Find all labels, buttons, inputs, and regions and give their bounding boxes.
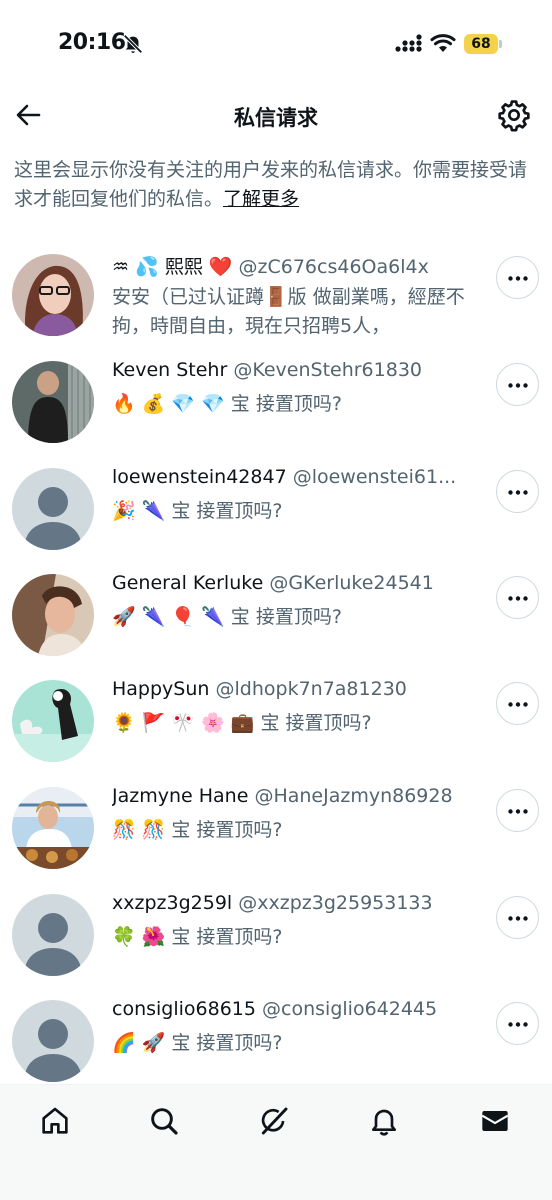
display-name: Keven Stehr — [112, 359, 228, 381]
display-name: xxzpz3g259l — [112, 892, 233, 914]
default-avatar-icon — [12, 468, 94, 550]
display-name: Jazmyne Hane — [112, 785, 249, 807]
avatar[interactable] — [12, 254, 94, 336]
sender-info: Keven Stehr @KevenStehr61830 — [112, 359, 480, 381]
more-horizontal-icon — [508, 276, 528, 281]
display-name: ♒ 💦 熙熙 ❤️ — [112, 256, 233, 278]
header: 私信请求 — [0, 90, 552, 142]
tab-search[interactable] — [144, 1101, 184, 1141]
display-name: HappySun — [112, 678, 210, 700]
request-item[interactable]: General Kerluke @GKerluke24541 🚀 🌂 🎈 🌂 宝… — [0, 572, 552, 680]
battery-level: 68 — [471, 36, 491, 52]
page-title: 私信请求 — [234, 106, 318, 130]
request-item[interactable]: loewenstein42847 @loewenstei61... 🎉 🌂 宝 … — [0, 466, 552, 574]
request-item[interactable]: xxzpz3g259l @xxzpz3g25953133 🍀 🌺 宝 接置顶吗? — [0, 892, 552, 1000]
more-horizontal-icon — [508, 383, 528, 388]
message-preview: 🌈 🚀 宝 接置顶吗? — [112, 1032, 283, 1054]
request-item[interactable]: Keven Stehr @KevenStehr61830 🔥 💰 💎 💎 宝 接… — [0, 359, 552, 467]
status-time: 20:16 — [58, 30, 126, 55]
handle: @loewenstei61... — [292, 466, 457, 488]
avatar-photo — [12, 787, 94, 869]
tab-home[interactable] — [35, 1101, 75, 1141]
more-horizontal-icon — [508, 490, 528, 495]
display-name: consiglio68615 — [112, 998, 256, 1020]
messages-icon — [481, 1111, 509, 1131]
avatar-photo — [12, 680, 94, 762]
request-item[interactable]: HappySun @ldhopk7n7a81230 🌻 🚩 🎌 🌸 💼 宝 接置… — [0, 678, 552, 786]
message-preview: 🍀 🌺 宝 接置顶吗? — [112, 926, 283, 948]
more-horizontal-icon — [508, 809, 528, 814]
sender-info: HappySun @ldhopk7n7a81230 — [112, 678, 480, 700]
handle: @xxzpz3g25953133 — [238, 892, 433, 914]
more-options-button[interactable] — [496, 363, 539, 406]
avatar-photo — [12, 574, 94, 656]
display-name: General Kerluke — [112, 572, 264, 594]
more-horizontal-icon — [508, 702, 528, 707]
more-options-button[interactable] — [496, 896, 539, 939]
request-item[interactable]: ♒ 💦 熙熙 ❤️ @zC676cs46Oa6l4x 安安（已过认证蹲🚪版 做副… — [0, 254, 552, 360]
handle: @zC676cs46Oa6l4x — [238, 256, 429, 278]
intro-description: 这里会显示你没有关注的用户发来的私信请求。你需要接受请求才能回复他们的私信。了解… — [14, 156, 544, 214]
handle: @ldhopk7n7a81230 — [215, 678, 407, 700]
bell-off-icon — [123, 34, 143, 54]
more-options-button[interactable] — [496, 789, 539, 832]
sender-info: loewenstein42847 @loewenstei61... — [112, 466, 480, 488]
avatar-photo — [12, 254, 94, 336]
wifi-icon — [430, 34, 456, 52]
avatar[interactable] — [12, 361, 94, 443]
display-name: loewenstein42847 — [112, 466, 287, 488]
learn-more-link[interactable]: 了解更多 — [223, 188, 299, 210]
more-horizontal-icon — [508, 916, 528, 921]
avatar[interactable] — [12, 468, 94, 550]
battery-indicator: 68 — [464, 34, 502, 54]
search-icon — [151, 1108, 178, 1135]
more-options-button[interactable] — [496, 576, 539, 619]
more-options-button[interactable] — [496, 682, 539, 725]
home-icon — [42, 1107, 68, 1134]
battery-tip — [499, 40, 502, 48]
gear-icon — [498, 100, 530, 132]
default-avatar-icon — [12, 894, 94, 976]
handle: @KevenStehr61830 — [233, 359, 423, 381]
more-options-button[interactable] — [496, 256, 539, 299]
more-horizontal-icon — [508, 596, 528, 601]
avatar[interactable] — [12, 787, 94, 869]
message-preview: 🌻 🚩 🎌 🌸 💼 宝 接置顶吗? — [112, 712, 372, 734]
avatar[interactable] — [12, 894, 94, 976]
more-options-button[interactable] — [496, 470, 539, 513]
more-horizontal-icon — [508, 1022, 528, 1027]
more-options-button[interactable] — [496, 1002, 539, 1045]
sender-info: ♒ 💦 熙熙 ❤️ @zC676cs46Oa6l4x — [112, 252, 480, 279]
sender-info: Jazmyne Hane @HaneJazmyn86928 — [112, 785, 480, 807]
avatar[interactable] — [12, 680, 94, 762]
tab-grok[interactable] — [254, 1101, 294, 1141]
cellular-signal-icon — [395, 34, 422, 52]
message-preview: 🔥 💰 💎 💎 宝 接置顶吗? — [112, 393, 342, 415]
default-avatar-icon — [12, 1000, 94, 1082]
avatar-photo — [12, 361, 94, 443]
settings-button[interactable] — [497, 98, 531, 132]
message-preview: 🎊 🎊 宝 接置顶吗? — [112, 819, 283, 841]
sender-info: xxzpz3g259l @xxzpz3g25953133 — [112, 892, 480, 914]
tab-notifications[interactable] — [364, 1101, 404, 1141]
sender-info: consiglio68615 @consiglio642445 — [112, 998, 480, 1020]
avatar[interactable] — [12, 574, 94, 656]
handle: @HaneJazmyn86928 — [254, 785, 453, 807]
status-bar: 20:16 68 — [0, 0, 552, 90]
handle: @consiglio642445 — [262, 998, 438, 1020]
bottom-tab-bar — [0, 1084, 552, 1200]
message-preview: 🎉 🌂 宝 接置顶吗? — [112, 500, 283, 522]
notifications-icon — [372, 1109, 396, 1136]
message-preview: 🚀 🌂 🎈 🌂 宝 接置顶吗? — [112, 606, 342, 628]
message-preview: 安安（已过认证蹲🚪版 做副業嗎，經歷不拘，時間自由，現在只招聘5人， — [112, 286, 465, 337]
request-item[interactable]: Jazmyne Hane @HaneJazmyn86928 🎊 🎊 宝 接置顶吗… — [0, 785, 552, 893]
sender-info: General Kerluke @GKerluke24541 — [112, 572, 480, 594]
avatar[interactable] — [12, 1000, 94, 1082]
tab-messages[interactable] — [475, 1101, 515, 1141]
handle: @GKerluke24541 — [269, 572, 434, 594]
grok-icon — [261, 1107, 288, 1135]
